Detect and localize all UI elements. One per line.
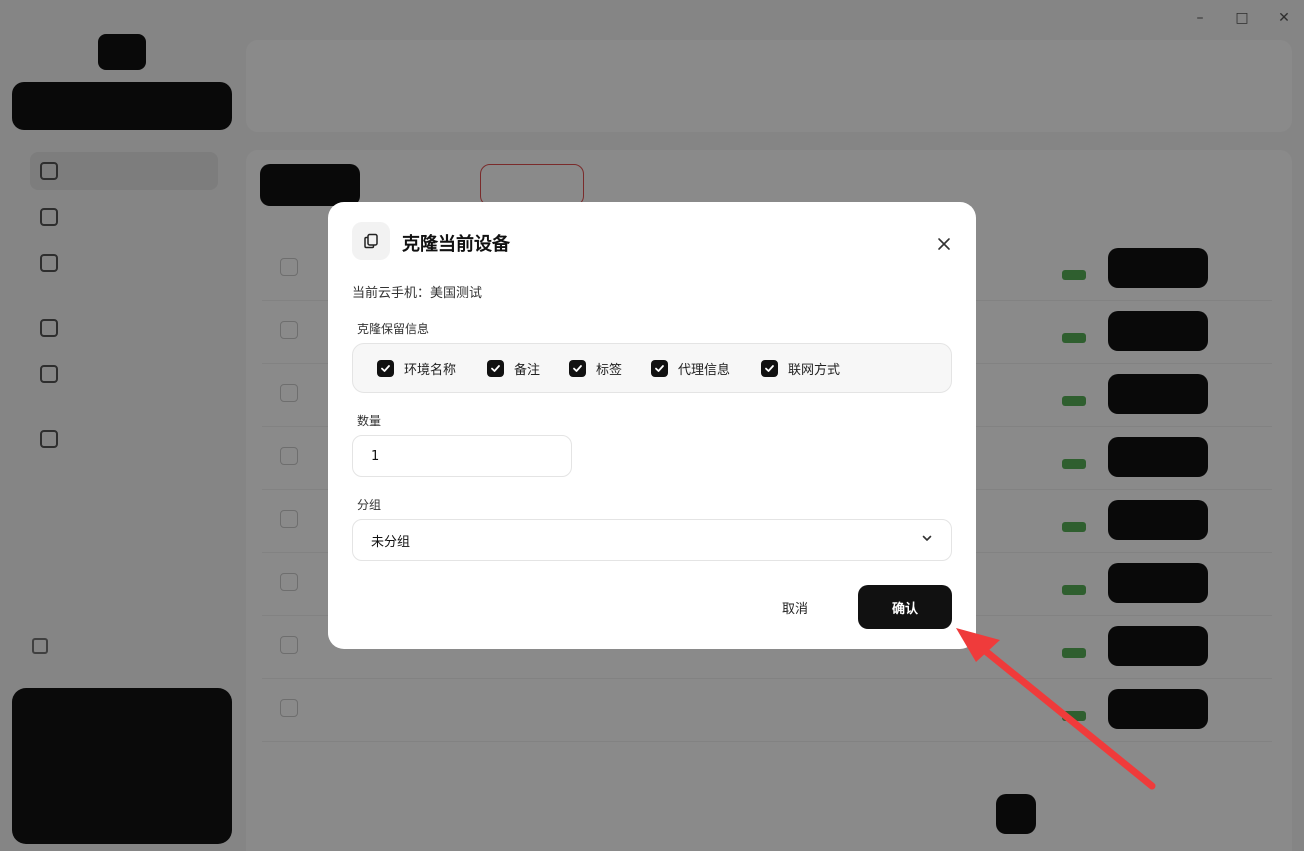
copy-icon: [352, 222, 390, 260]
option-proxy[interactable]: 代理信息: [651, 359, 730, 378]
group-select[interactable]: 未分组: [352, 519, 952, 561]
group-selected-value: 未分组: [371, 534, 411, 550]
quantity-label: 数量: [357, 414, 382, 428]
option-label: 环境名称: [404, 363, 457, 378]
dialog-title: 克隆当前设备: [402, 234, 510, 255]
option-label: 备注: [514, 363, 541, 378]
option-env-name[interactable]: 环境名称: [377, 359, 456, 378]
option-network[interactable]: 联网方式: [761, 359, 840, 378]
option-label: 联网方式: [788, 363, 841, 378]
confirm-button[interactable]: 确认: [858, 585, 952, 629]
quantity-input[interactable]: [352, 435, 572, 477]
current-device-label: 当前云手机：美国测试: [352, 286, 483, 301]
check-icon[interactable]: [651, 360, 668, 377]
check-icon[interactable]: [569, 360, 586, 377]
option-remark[interactable]: 备注: [487, 359, 540, 378]
clone-device-dialog: 克隆当前设备 当前云手机：美国测试 克隆保留信息 环境名称 备注 标签 代理信息…: [328, 202, 976, 649]
option-label: 标签: [596, 363, 623, 378]
retain-info-label: 克隆保留信息: [357, 322, 430, 336]
check-icon[interactable]: [761, 360, 778, 377]
option-tag[interactable]: 标签: [569, 359, 622, 378]
cancel-button[interactable]: 取消: [768, 585, 822, 629]
group-label: 分组: [357, 498, 382, 512]
close-icon[interactable]: [932, 232, 956, 256]
retain-options-group: 环境名称 备注 标签 代理信息 联网方式: [352, 343, 952, 393]
check-icon[interactable]: [487, 360, 504, 377]
chevron-down-icon: [921, 532, 933, 548]
check-icon[interactable]: [377, 360, 394, 377]
option-label: 代理信息: [678, 363, 731, 378]
